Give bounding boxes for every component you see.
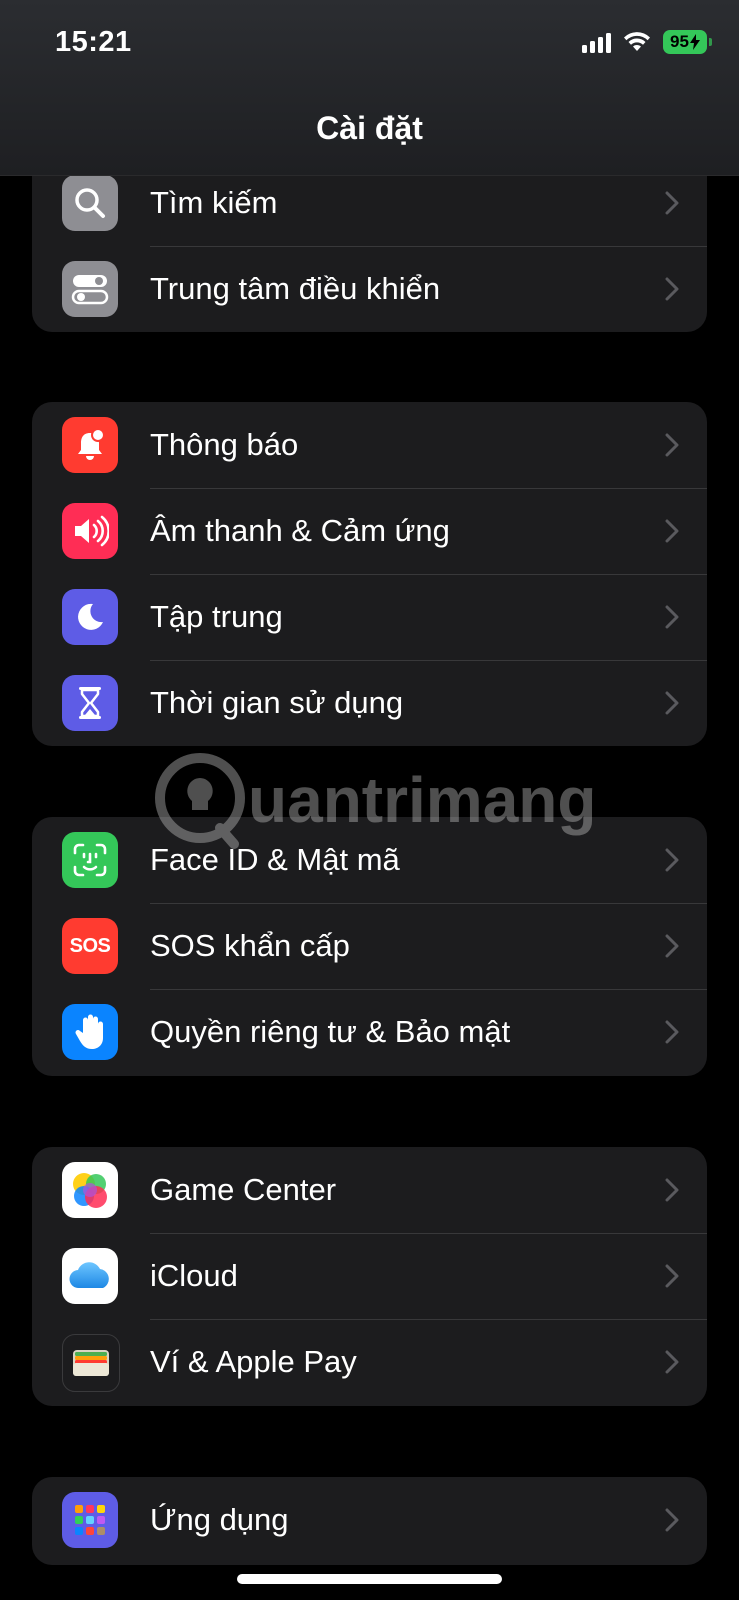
settings-row-emergency-sos[interactable]: SOS SOS khẩn cấp xyxy=(32,903,707,989)
settings-row-label: Thông báo xyxy=(150,427,299,462)
hourglass-icon xyxy=(62,675,118,731)
notification-bell-icon xyxy=(62,417,118,473)
settings-row-label: Ứng dụng xyxy=(150,1502,289,1537)
hand-icon xyxy=(62,1004,118,1060)
control-center-icon xyxy=(62,261,118,317)
settings-row-label: Âm thanh & Cảm ứng xyxy=(150,513,450,548)
chevron-right-icon xyxy=(665,574,679,660)
status-icons: 95 xyxy=(582,30,712,54)
chevron-right-icon xyxy=(665,1477,679,1563)
chevron-right-icon xyxy=(665,488,679,574)
settings-row-control-center[interactable]: Trung tâm điều khiển xyxy=(32,246,707,332)
sos-badge-text: SOS xyxy=(69,934,111,957)
settings-group-3: Face ID & Mật mã SOS SOS khẩn cấp Quyền … xyxy=(32,817,707,1076)
settings-row-focus[interactable]: Tập trung xyxy=(32,574,707,660)
settings-row-game-center[interactable]: Game Center xyxy=(32,1147,707,1233)
settings-row-label: Trung tâm điều khiển xyxy=(150,271,441,306)
settings-row-label: Thời gian sử dụng xyxy=(150,685,404,720)
settings-row-notifications[interactable]: Thông báo xyxy=(32,402,707,488)
battery-level: 95 xyxy=(670,32,689,51)
speaker-icon xyxy=(62,503,118,559)
sos-icon: SOS xyxy=(62,918,118,974)
chevron-right-icon xyxy=(665,817,679,903)
settings-row-label: Game Center xyxy=(150,1172,337,1207)
charging-bolt-icon xyxy=(689,34,700,50)
settings-row-sounds[interactable]: Âm thanh & Cảm ứng xyxy=(32,488,707,574)
status-time: 15:21 xyxy=(55,26,132,58)
wifi-icon xyxy=(624,32,650,51)
search-icon xyxy=(62,175,118,231)
home-indicator[interactable] xyxy=(237,1574,502,1584)
status-bar: 15:21 95 Cài đặt xyxy=(0,0,739,176)
chevron-right-icon xyxy=(665,1233,679,1319)
settings-row-wallet[interactable]: Ví & Apple Pay xyxy=(32,1319,707,1405)
chevron-right-icon xyxy=(665,1147,679,1233)
settings-row-icloud[interactable]: iCloud xyxy=(32,1233,707,1319)
game-center-icon xyxy=(62,1162,118,1218)
settings-group-5: Ứng dụng xyxy=(32,1477,707,1565)
wallet-icon xyxy=(62,1334,120,1392)
settings-row-label: Quyền riêng tư & Bảo mật xyxy=(150,1014,511,1049)
chevron-right-icon xyxy=(665,1319,679,1405)
settings-row-face-id[interactable]: Face ID & Mật mã xyxy=(32,817,707,903)
settings-row-label: Tập trung xyxy=(150,599,283,634)
chevron-right-icon xyxy=(665,989,679,1075)
chevron-right-icon xyxy=(665,246,679,332)
face-id-icon xyxy=(62,832,118,888)
page-title: Cài đặt xyxy=(316,110,423,146)
apps-grid-icon xyxy=(62,1492,118,1548)
settings-row-label: SOS khẩn cấp xyxy=(150,928,350,963)
settings-row-label: iCloud xyxy=(150,1258,238,1293)
settings-group-2: Thông báo Âm thanh & Cảm ứng Tập trung T… xyxy=(32,402,707,746)
chevron-right-icon xyxy=(665,660,679,746)
settings-row-apps[interactable]: Ứng dụng xyxy=(32,1477,707,1563)
settings-row-privacy[interactable]: Quyền riêng tư & Bảo mật xyxy=(32,989,707,1075)
moon-icon xyxy=(62,589,118,645)
chevron-right-icon xyxy=(665,903,679,989)
settings-row-label: Face ID & Mật mã xyxy=(150,842,400,877)
settings-row-screen-time[interactable]: Thời gian sử dụng xyxy=(32,660,707,746)
cellular-signal-icon xyxy=(582,31,611,53)
settings-group-4: Game Center iCloud Ví & Apple Pay xyxy=(32,1147,707,1406)
icloud-icon xyxy=(62,1248,118,1304)
chevron-right-icon xyxy=(665,402,679,488)
settings-row-label: Ví & Apple Pay xyxy=(150,1344,357,1379)
battery-indicator: 95 xyxy=(663,30,712,54)
